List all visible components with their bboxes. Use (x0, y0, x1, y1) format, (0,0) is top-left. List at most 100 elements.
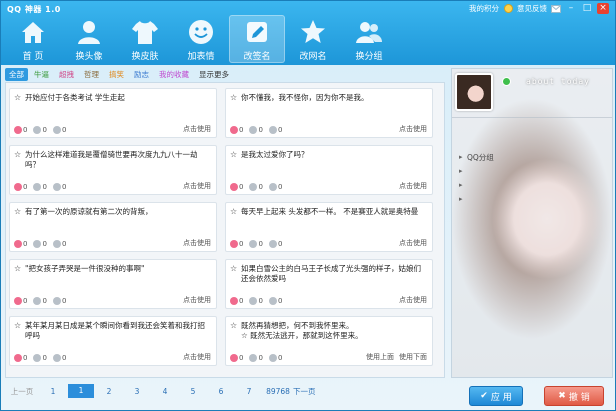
card-stats: 0 0 0 (14, 126, 66, 134)
favorite-icon[interactable] (268, 354, 277, 362)
apply-button[interactable]: ✔ 应 用 (469, 386, 523, 406)
filter-awesome[interactable]: 牛逼 (30, 68, 53, 81)
filter-inspire[interactable]: 励志 (130, 68, 153, 81)
filter-favorites[interactable]: 我的收藏 (155, 68, 193, 81)
share-icon[interactable] (33, 297, 42, 305)
fav-count: 0 (61, 126, 67, 134)
heart-icon[interactable] (230, 240, 238, 248)
star-icon: ☆ (14, 93, 22, 102)
favorite-icon[interactable] (268, 240, 277, 248)
tool-home[interactable]: 首 页 (5, 15, 61, 63)
show-more-link[interactable]: 显示更多 (195, 68, 233, 81)
share-count: 0 (42, 183, 47, 191)
heart-icon[interactable] (14, 240, 22, 248)
next-page-button[interactable]: 下一页 (293, 386, 327, 397)
tool-label: 改签名 (243, 52, 271, 62)
page-link[interactable]: 1 (39, 387, 67, 396)
favorite-icon[interactable] (268, 126, 277, 134)
page-link[interactable]: 6 (207, 387, 235, 396)
card-stats: 0 0 0 (230, 183, 282, 191)
favorite-icon[interactable] (52, 354, 61, 362)
heart-icon[interactable] (230, 183, 238, 191)
heart-icon[interactable] (14, 183, 22, 191)
favorite-icon[interactable] (268, 297, 277, 305)
share-icon[interactable] (249, 183, 258, 191)
page-link[interactable]: 7 (235, 387, 263, 396)
close-icon[interactable]: × (597, 3, 609, 14)
tool-group[interactable]: 换分组 (341, 15, 397, 63)
page-link[interactable]: 4 (151, 387, 179, 396)
page-link[interactable]: 3 (123, 387, 151, 396)
use-button[interactable]: 点击使用 (399, 238, 427, 248)
share-icon[interactable] (33, 126, 42, 134)
use-button[interactable]: 点击使用 (183, 295, 211, 305)
divider (452, 117, 612, 118)
favorite-icon[interactable] (52, 183, 61, 191)
fav-count: 0 (277, 126, 283, 134)
favorite-icon[interactable] (268, 183, 277, 191)
share-icon[interactable] (33, 240, 42, 248)
card-stats: 0 0 0 (230, 240, 282, 248)
my-points-link[interactable]: 我的积分 (469, 3, 499, 14)
use-bottom-button[interactable]: 使用下面 (399, 352, 427, 362)
share-icon[interactable] (249, 297, 258, 305)
feedback-link[interactable]: 意见反馈 (517, 3, 547, 14)
page-current[interactable]: 1 (68, 384, 94, 398)
favorite-icon[interactable] (52, 126, 61, 134)
signature-card[interactable]: ☆ 既然再猜想把，何不到我怀里来。 ☆ 既然无法逃开，那就到这怀里来。 0 0 … (225, 316, 433, 366)
heart-icon[interactable] (14, 126, 22, 134)
share-count: 0 (258, 297, 263, 305)
use-button[interactable]: 点击使用 (183, 124, 211, 134)
signature-card[interactable]: ☆ 每天早上起来 头发都不一样。 不是赛亚人就是奥特曼 0 0 0 点击使用 (225, 202, 433, 252)
share-icon[interactable] (249, 354, 258, 362)
minimize-icon[interactable]: – (565, 3, 577, 14)
signature-card[interactable]: ☆ 开始应付于各类考试 学生走起 0 0 0 点击使用 (9, 88, 217, 138)
filter-all[interactable]: 全部 (5, 67, 28, 81)
heart-icon[interactable] (14, 354, 22, 362)
signature-card[interactable]: ☆ 有了第一次的原谅就有第二次的背叛， 0 0 0 点击使用 (9, 202, 217, 252)
use-top-button[interactable]: 使用上面 (366, 352, 394, 362)
tool-avatar[interactable]: 换头像 (61, 15, 117, 63)
preview-signature: about today (526, 77, 590, 86)
use-button[interactable]: 点击使用 (399, 295, 427, 305)
signature-card[interactable]: ☆ 如果白雪公主的白马王子长成了光头强的样子，姑娘们还会依然爱吗 0 0 0 点… (225, 259, 433, 309)
tool-label: 加表情 (187, 52, 215, 62)
favorite-icon[interactable] (52, 297, 61, 305)
signature-text: 开始应付于各类考试 学生走起 (25, 93, 125, 102)
heart-icon[interactable] (14, 297, 22, 305)
share-icon[interactable] (33, 183, 42, 191)
page-link[interactable]: 2 (95, 387, 123, 396)
heart-icon[interactable] (230, 126, 238, 134)
signature-card[interactable]: ☆ "把女孩子弄哭是一件很没种的事啊" 0 0 0 点击使用 (9, 259, 217, 309)
signature-card[interactable]: ☆ 你不懂我，我不怪你，因为你不是我。 0 0 0 点击使用 (225, 88, 433, 138)
use-button[interactable]: 点击使用 (399, 181, 427, 191)
signature-text: 为什么这样难道我是覆僧骑世要再次度九九八十一劫吗？ (25, 150, 198, 169)
use-button[interactable]: 点击使用 (399, 124, 427, 134)
maximize-icon[interactable]: □ (581, 3, 593, 14)
filter-funny[interactable]: 搞笑 (105, 68, 128, 81)
page-link[interactable]: 5 (179, 387, 207, 396)
heart-icon[interactable] (230, 297, 238, 305)
use-button[interactable]: 点击使用 (183, 181, 211, 191)
undo-button[interactable]: ✖ 撤 销 (544, 386, 604, 406)
use-button[interactable]: 点击使用 (183, 352, 211, 362)
signature-card[interactable]: ☆ 某年某月某日成是某个瞬间你看到我还会笑着和我打招呼吗 0 0 0 点击使用 (9, 316, 217, 366)
tool-nickname[interactable]: 改网名 (285, 15, 341, 63)
filter-philosophy[interactable]: 哲理 (80, 68, 103, 81)
filter-cool[interactable]: 超拽 (55, 68, 78, 81)
signature-card[interactable]: ☆ 是我太过爱你了吗？ 0 0 0 点击使用 (225, 145, 433, 195)
share-icon[interactable] (249, 240, 258, 248)
share-icon[interactable] (249, 126, 258, 134)
heart-icon[interactable] (230, 354, 238, 362)
signature-card[interactable]: ☆ 为什么这样难道我是覆僧骑世要再次度九九八十一劫吗？ 0 0 0 点击使用 (9, 145, 217, 195)
tool-signature[interactable]: 改签名 (229, 15, 285, 63)
pen-icon (247, 22, 267, 42)
share-icon[interactable] (33, 354, 42, 362)
favorite-icon[interactable] (52, 240, 61, 248)
signature-text: 你不懂我，我不怪你，因为你不是我。 (241, 93, 369, 102)
prev-page-button[interactable]: 上一页 (5, 386, 39, 397)
tool-emoji[interactable]: 加表情 (173, 15, 229, 63)
card-stats: 0 0 0 (14, 240, 66, 248)
tool-skin[interactable]: 换皮肤 (117, 15, 173, 63)
use-button[interactable]: 点击使用 (183, 238, 211, 248)
